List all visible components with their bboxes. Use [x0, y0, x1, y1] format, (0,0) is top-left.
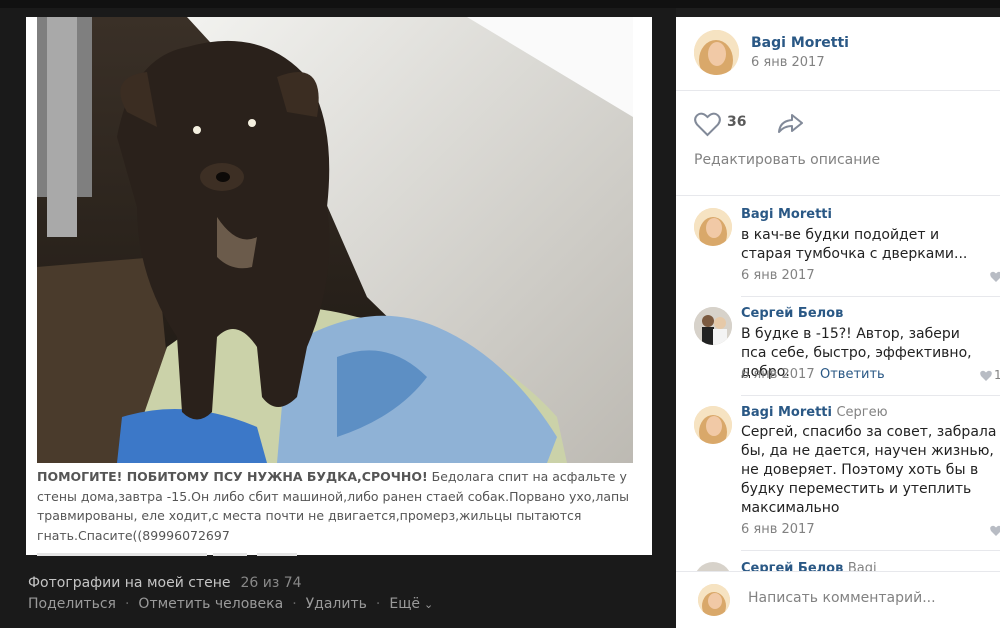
comment-author[interactable]: Bagi Moretti [741, 207, 832, 222]
comment-reply-to[interactable]: Сергею [836, 405, 887, 420]
comment-text: Сергей, спасибо за совет, забрала бы, да… [741, 424, 997, 516]
album-meta: Фотографии на моей стене 26 из 74 [28, 575, 302, 591]
top-bar [0, 0, 1000, 8]
divider [676, 90, 1000, 91]
my-avatar[interactable] [698, 584, 730, 616]
comment-text: в кач-ве будки подойдет и старая тумбочк… [741, 227, 968, 262]
comment-avatar[interactable] [694, 307, 732, 345]
action-separator: · [375, 596, 381, 612]
comment-date[interactable]: 6 янв 2017 [741, 522, 815, 537]
comment-author[interactable]: Сергей Белов [741, 306, 843, 321]
post-author-name[interactable]: Bagi Moretti [751, 35, 849, 51]
post-date[interactable]: 6 янв 2017 [751, 55, 825, 70]
tag-person-action[interactable]: Отметить человека [138, 596, 283, 612]
comment-avatar[interactable] [694, 208, 732, 246]
more-action-label: Ещё [389, 596, 420, 612]
heart-icon[interactable] [694, 112, 721, 137]
reply-link[interactable]: Ответить [820, 367, 885, 382]
more-action[interactable]: Ещё ⌄ [389, 596, 433, 612]
comment-avatar[interactable] [694, 406, 732, 444]
photo-actions: Поделиться · Отметить человека · Удалить… [28, 596, 433, 612]
caption-fade-block [37, 553, 207, 556]
comment-input[interactable]: Написать комментарий... [748, 590, 936, 606]
heart-icon[interactable] [990, 271, 1000, 283]
author-avatar[interactable] [694, 30, 739, 75]
like-count: 36 [727, 114, 747, 130]
photo-counter: 26 из 74 [240, 575, 302, 591]
comment-composer: Написать комментарий... [676, 571, 1000, 628]
share-icon[interactable] [776, 112, 804, 136]
post-photo[interactable] [37, 17, 633, 463]
album-label[interactable]: Фотографии на моей стене [28, 575, 230, 591]
heart-icon[interactable] [990, 525, 1000, 537]
comment-like-count: 1 [994, 368, 1000, 382]
caption-fade-block [257, 553, 297, 556]
caption-title: ПОМОГИТЕ! ПОБИТОМУ ПСУ НУЖНА БУДКА,СРОЧН… [37, 469, 428, 484]
edit-description-link[interactable]: Редактировать описание [694, 152, 880, 168]
heart-icon[interactable] [980, 370, 992, 382]
action-separator: · [292, 596, 297, 612]
photo-caption: ПОМОГИТЕ! ПОБИТОМУ ПСУ НУЖНА БУДКА,СРОЧН… [37, 467, 633, 545]
side-panel: Bagi Moretti 6 янв 2017 36 Редактировать… [676, 17, 1000, 628]
comment-date[interactable]: 6 янв 2017 [741, 367, 815, 382]
share-action[interactable]: Поделиться [28, 596, 116, 612]
comment-date[interactable]: 6 янв 2017 [741, 268, 815, 283]
post-header: Bagi Moretti 6 янв 2017 36 Редактировать… [676, 17, 1000, 195]
delete-action[interactable]: Удалить [306, 596, 367, 612]
chevron-down-icon: ⌄ [424, 598, 434, 611]
caption-fade-block [213, 553, 247, 556]
divider [676, 195, 1000, 196]
divider [741, 550, 1000, 551]
action-separator: · [124, 596, 130, 612]
comment-author-line: Bagi Moretti Сергею [741, 405, 888, 420]
comment-author[interactable]: Bagi Moretti [741, 405, 832, 420]
divider [741, 395, 1000, 396]
divider [741, 296, 1000, 297]
